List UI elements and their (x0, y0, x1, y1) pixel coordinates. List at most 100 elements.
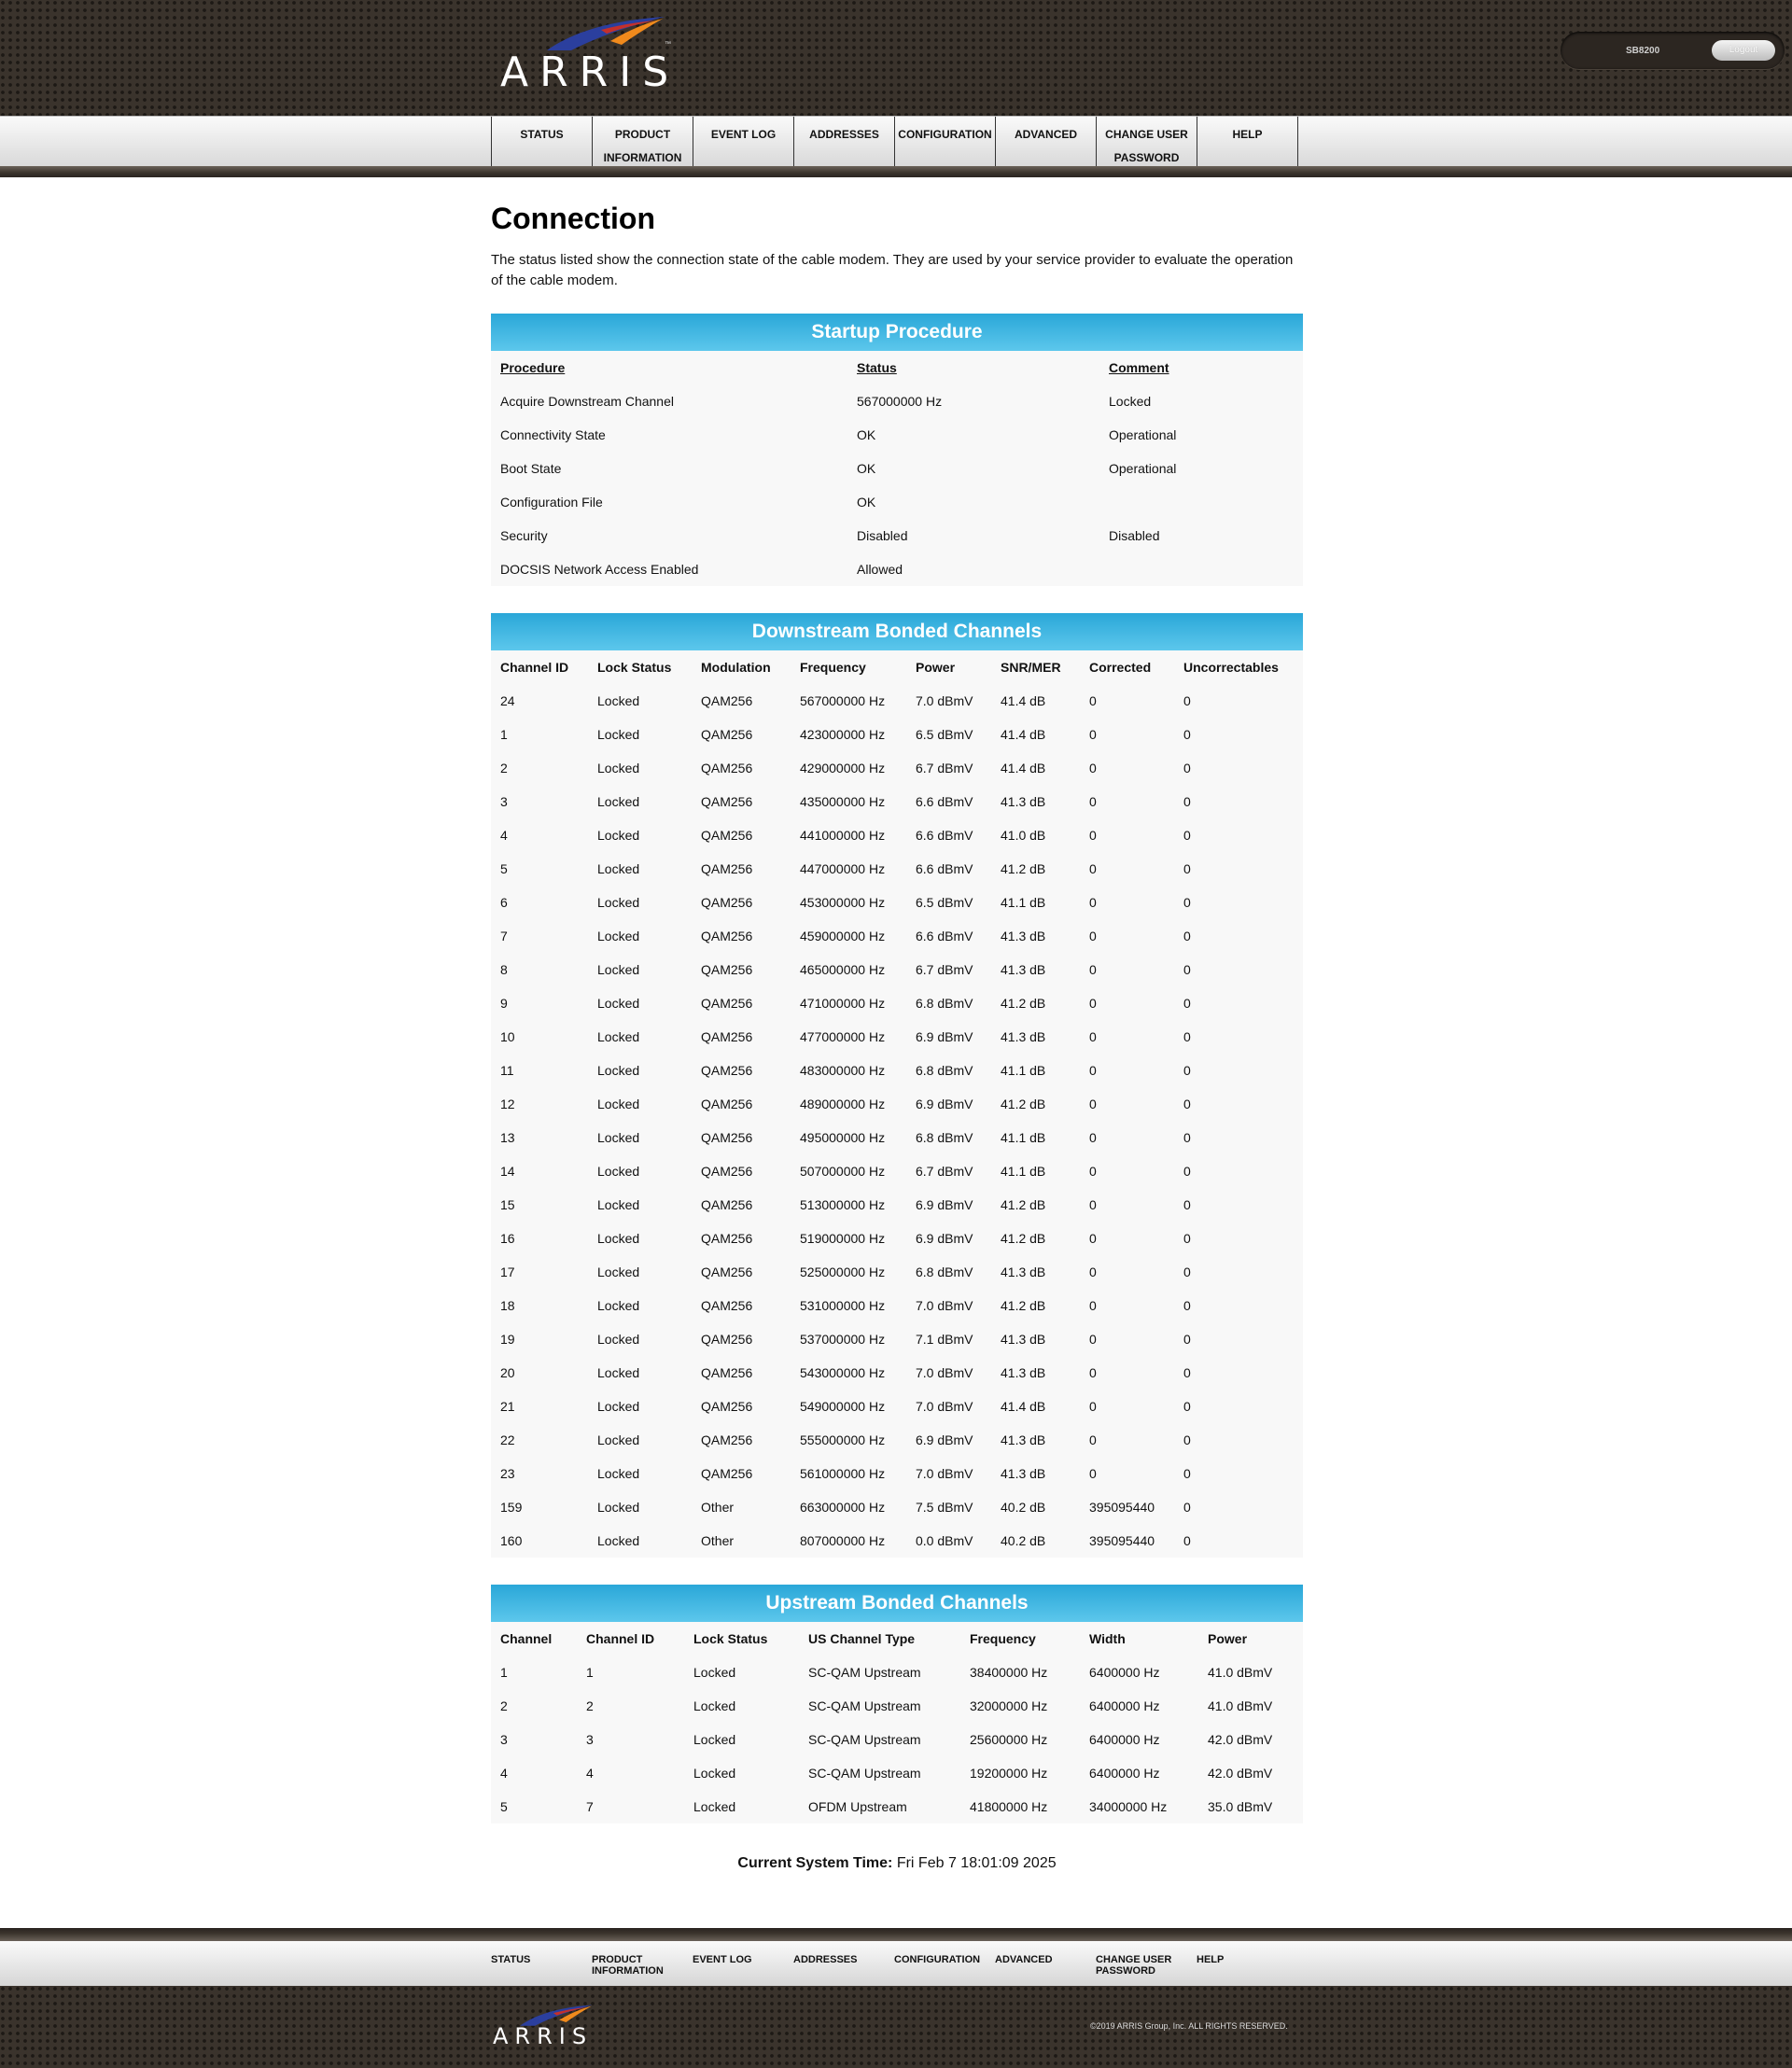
column-header: Lock Status (693, 1631, 768, 1646)
table-cell: 11 (500, 1063, 514, 1078)
table-header-row: Channel Channel ID Lock Status US Channe… (491, 1622, 1303, 1656)
nav-product-information[interactable]: PRODUCT INFORMATION (593, 117, 693, 167)
downstream-channel-row: 21 Locked QAM256 549000000 Hz 7.0 dBmV 41.4 d… (491, 1390, 1303, 1423)
table-cell: 25600000 Hz (970, 1732, 1048, 1747)
table-cell: QAM256 (701, 1466, 753, 1481)
table-cell: QAM256 (701, 693, 753, 708)
downstream-channel-row: 2 Locked QAM256 429000000 Hz 6.7 dBmV 41.4 dB… (491, 751, 1303, 785)
table-cell: 2 (500, 1698, 508, 1713)
table-cell: 7 (586, 1799, 594, 1814)
table-cell: QAM256 (701, 1063, 753, 1078)
table-cell: 41.1 dB (1001, 895, 1046, 910)
table-cell: Locked (597, 1029, 640, 1044)
table-cell: 41.1 dB (1001, 1130, 1046, 1145)
table-cell: 0 (1089, 1332, 1097, 1347)
table-cell: 0 (1183, 761, 1191, 776)
table-cell: QAM256 (701, 929, 753, 943)
table-cell: 42.0 dBmV (1208, 1766, 1273, 1781)
table-cell: QAM256 (701, 1231, 753, 1246)
table-cell: 14 (500, 1164, 515, 1179)
table-cell: Locked (597, 1164, 640, 1179)
logo-text: ARRIS (500, 49, 680, 96)
downstream-channel-row: 20 Locked QAM256 543000000 Hz 7.0 dBmV 41.3 d… (491, 1356, 1303, 1390)
downstream-channel-row: 4 Locked QAM256 441000000 Hz 6.6 dBmV 41.0 dB… (491, 818, 1303, 852)
table-cell: QAM256 (701, 1029, 753, 1044)
table-cell: Locked (597, 895, 640, 910)
nav-advanced[interactable]: ADVANCED (996, 117, 1097, 167)
footer-nav-status[interactable]: STATUS (491, 1954, 592, 1977)
nav-configuration[interactable]: CONFIGURATION (895, 117, 996, 167)
table-cell: 483000000 Hz (800, 1063, 886, 1078)
table-cell: 41.3 dB (1001, 962, 1046, 977)
table-cell: 34000000 Hz (1089, 1799, 1168, 1814)
column-header: Width (1089, 1631, 1126, 1646)
table-cell: 0 (1183, 1432, 1191, 1447)
table-cell: Locked (597, 1365, 640, 1380)
table-cell: Other (701, 1500, 735, 1515)
table-cell: Locked (597, 1533, 640, 1548)
table-cell: QAM256 (701, 1097, 753, 1111)
table-cell: 7.0 dBmV (916, 693, 973, 708)
upstream-channel-row: 2 2 Locked SC-QAM Upstream 32000000 Hz 640000… (491, 1689, 1303, 1723)
table-cell: QAM256 (701, 794, 753, 809)
page-title: Connection (491, 202, 655, 235)
table-cell: 0 (1183, 1265, 1191, 1279)
table-cell: 7.1 dBmV (916, 1332, 973, 1347)
table-cell: 41.1 dB (1001, 1164, 1046, 1179)
footer-nav-help[interactable]: HELP (1197, 1954, 1297, 1977)
table-cell: 20 (500, 1365, 515, 1380)
logout-button[interactable]: Logout (1712, 40, 1775, 61)
nav-help[interactable]: HELP (1197, 117, 1298, 167)
table-cell: Locked (597, 1332, 640, 1347)
downstream-channel-row: 15 Locked QAM256 513000000 Hz 6.9 dBmV 41.2 d… (491, 1188, 1303, 1222)
footer-nav-product-information[interactable]: PRODUCT INFORMATION (592, 1954, 693, 1977)
table-cell: 6.9 dBmV (916, 1197, 973, 1212)
downstream-channel-row: 3 Locked QAM256 435000000 Hz 6.6 dBmV 41.3 dB… (491, 785, 1303, 818)
table-cell: 23 (500, 1466, 515, 1481)
column-header: Frequency (800, 660, 866, 675)
table-cell: 41.2 dB (1001, 861, 1046, 876)
table-cell: Locked (597, 929, 640, 943)
column-header: Lock Status (597, 660, 672, 675)
table-cell: 160 (500, 1533, 523, 1548)
table-cell: 41.2 dB (1001, 1298, 1046, 1313)
table-cell: Operational (1109, 461, 1177, 476)
footer-nav-event-log[interactable]: EVENT LOG (693, 1954, 793, 1977)
footer-nav-bar: STATUS PRODUCT INFORMATION EVENT LOG ADDR… (0, 1941, 1792, 1986)
table-cell: 471000000 Hz (800, 996, 886, 1011)
table-cell: 5 (500, 861, 508, 876)
footer-nav-change-user-password[interactable]: CHANGE USER PASSWORD (1096, 1954, 1197, 1977)
downstream-channel-row: 7 Locked QAM256 459000000 Hz 6.6 dBmV 41.3 dB… (491, 919, 1303, 953)
footer-nav-addresses[interactable]: ADDRESSES (793, 1954, 894, 1977)
nav-event-log[interactable]: EVENT LOG (693, 117, 794, 167)
footer-nav-advanced[interactable]: ADVANCED (995, 1954, 1096, 1977)
table-cell: 7.5 dBmV (916, 1500, 973, 1515)
system-time-value: Fri Feb 7 18:01:09 2025 (896, 1855, 1057, 1871)
table-cell: 0 (1183, 1332, 1191, 1347)
table-cell: 519000000 Hz (800, 1231, 886, 1246)
nav-label: HELP (1232, 128, 1263, 141)
nav-status[interactable]: STATUS (492, 117, 593, 167)
downstream-channels-table: Channel ID Lock Status Modulation Freque… (491, 650, 1303, 1558)
table-cell: 13 (500, 1130, 515, 1145)
table-cell: 423000000 Hz (800, 727, 886, 742)
table-cell: Operational (1109, 427, 1177, 442)
table-cell: Security (500, 528, 548, 543)
table-cell: 0 (1089, 1197, 1097, 1212)
column-header: Power (1208, 1631, 1248, 1646)
table-cell: 41.3 dB (1001, 1029, 1046, 1044)
table-cell: Locked (693, 1732, 736, 1747)
table-cell: 525000000 Hz (800, 1265, 886, 1279)
nav-change-user-password[interactable]: CHANGE USER PASSWORD (1097, 117, 1197, 167)
table-cell: QAM256 (701, 1298, 753, 1313)
table-cell: Other (701, 1533, 735, 1548)
column-header: Comment (1109, 360, 1169, 375)
arris-logo: ™ ARRIS (500, 13, 698, 96)
table-cell: SC-QAM Upstream (808, 1665, 921, 1680)
footer-nav-configuration[interactable]: CONFIGURATION (894, 1954, 995, 1977)
nav-addresses[interactable]: ADDRESSES (794, 117, 895, 167)
table-cell: 41.0 dB (1001, 828, 1046, 843)
table-cell: Boot State (500, 461, 562, 476)
downstream-channel-row: 23 Locked QAM256 561000000 Hz 7.0 dBmV 41.3 d… (491, 1457, 1303, 1490)
table-cell: 6.7 dBmV (916, 962, 973, 977)
